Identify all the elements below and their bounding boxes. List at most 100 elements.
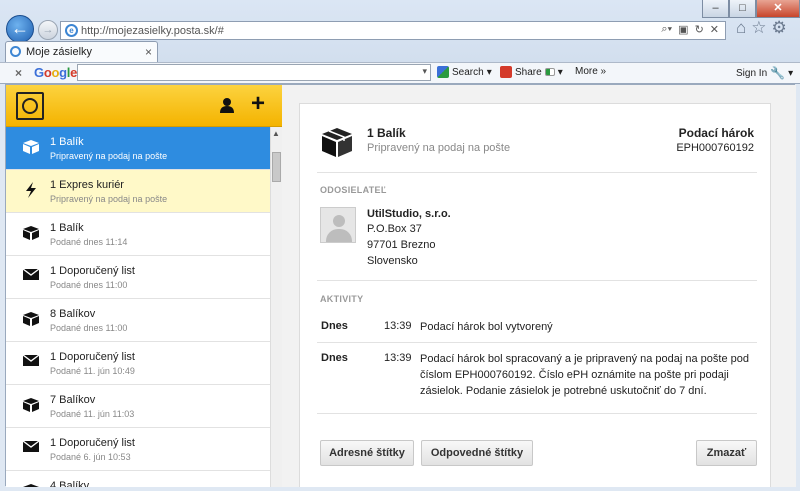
- package-icon: [21, 483, 41, 487]
- browser-chrome: – □ ✕ ← → e http://mojezasielky.posta.sk…: [0, 0, 800, 84]
- address-url[interactable]: http://mojezasielky.posta.sk/#: [81, 25, 224, 37]
- wrench-icon[interactable]: 🔧: [770, 66, 785, 80]
- address-bar[interactable]: e http://mojezasielky.posta.sk/# ⌕▾ ▣ ↻ …: [60, 21, 726, 40]
- sender-section-title: ODOSIELATEĽ: [320, 185, 387, 195]
- sender-avatar: [320, 207, 356, 243]
- google-search-button[interactable]: Search ▾: [437, 66, 492, 78]
- maximize-button[interactable]: □: [729, 0, 756, 18]
- back-button[interactable]: ←: [6, 15, 34, 43]
- sign-in-label: Sign In: [736, 67, 768, 79]
- reply-labels-button[interactable]: Odpovedné štítky: [421, 440, 533, 466]
- list-item[interactable]: 1 Balík Pripravený na podaj na pošte: [6, 127, 270, 170]
- window-controls: – □ ✕: [702, 0, 800, 18]
- list-item-title: 1 Doporučený list: [50, 437, 135, 449]
- avatar-body: [326, 229, 352, 242]
- list-item-subtitle: Podané 11. jún 11:03: [50, 409, 135, 419]
- share-icon: [500, 66, 512, 78]
- activity-time: 13:39: [384, 320, 412, 332]
- list-item-title: 4 Balíky: [50, 480, 90, 487]
- package-icon: [21, 397, 41, 415]
- share-label: Share: [515, 66, 542, 78]
- close-tab-icon[interactable]: ×: [145, 45, 152, 59]
- activity-text: Podací hárok bol vytvorený: [420, 321, 553, 333]
- sign-in-button[interactable]: Sign In 🔧 ▾: [736, 66, 793, 80]
- activity-day: Dnes: [321, 320, 348, 332]
- list-item[interactable]: 1 Expres kuriér Pripravený na podaj na po…: [6, 170, 270, 213]
- list-item-title: 1 Doporučený list: [50, 351, 135, 363]
- list-item[interactable]: 8 Balíkov Podané dnes 11:00: [6, 299, 270, 342]
- list-item-title: 1 Balík: [50, 222, 84, 234]
- sender-address-line: 97701 Brezno: [367, 239, 436, 251]
- google-icon: [437, 66, 449, 78]
- list-item[interactable]: 1 Doporučený list Podané dnes 11:00: [6, 256, 270, 299]
- doc-number: EPH000760192: [676, 142, 754, 154]
- list-item[interactable]: 1 Balík Podané dnes 11:14: [6, 213, 270, 256]
- detail-card: 1 Balík Pripravený na podaj na pošte Pod…: [299, 103, 771, 487]
- compat-view-icon[interactable]: ▣: [678, 23, 688, 36]
- sender-name: UtilStudio, s.r.o.: [367, 208, 451, 220]
- user-icon[interactable]: [219, 97, 235, 118]
- sidebar: + 1 Balík Pripravený na podaj na pošte 1 E…: [6, 85, 282, 487]
- home-icon[interactable]: ⌂: [736, 18, 746, 38]
- sidebar-scrollbar[interactable]: ▲: [270, 127, 282, 487]
- scroll-up-icon[interactable]: ▲: [272, 129, 280, 138]
- list-item[interactable]: 4 Balíky: [6, 471, 270, 487]
- address-labels-button[interactable]: Adresné štítky: [320, 440, 414, 466]
- envelope-icon: [21, 440, 41, 458]
- list-item-title: 8 Balíkov: [50, 308, 96, 320]
- delete-button[interactable]: Zmazať: [696, 440, 757, 466]
- package-icon: [21, 139, 41, 157]
- address-search-icon[interactable]: ⌕▾: [661, 23, 672, 36]
- search-label: Search: [452, 66, 484, 78]
- logo-mark: [22, 98, 38, 114]
- share-button[interactable]: Share ▾: [500, 66, 563, 78]
- tab-favicon-icon: [10, 46, 21, 57]
- divider: [317, 342, 757, 343]
- list-item-title: 1 Doporučený list: [50, 265, 135, 277]
- google-search-input[interactable]: ▾: [77, 64, 431, 81]
- doc-label: Podací hárok: [678, 126, 754, 140]
- package-icon: [320, 126, 354, 158]
- toolbar-close-icon[interactable]: ×: [15, 66, 22, 80]
- detail-status: Pripravený na podaj na pošte: [367, 142, 511, 154]
- list-item-title: 7 Balíkov: [50, 394, 96, 406]
- forward-button[interactable]: →: [38, 20, 58, 40]
- sender-address-line: P.O.Box 37: [367, 223, 422, 235]
- refresh-icon[interactable]: ↻: [695, 23, 704, 36]
- package-icon: [21, 225, 41, 243]
- close-window-button[interactable]: ✕: [756, 0, 800, 18]
- gear-icon[interactable]: ⚙: [772, 18, 787, 38]
- divider: [317, 172, 757, 173]
- activity-text: Podací hárok bol spracovaný a je priprav…: [420, 353, 749, 397]
- posta-logo[interactable]: [16, 92, 44, 120]
- lightning-icon: [21, 182, 41, 200]
- bookmark-icon: [544, 68, 555, 76]
- list-item-subtitle: Podané 11. jún 10:49: [50, 366, 135, 376]
- sidebar-header: +: [6, 85, 282, 127]
- detail-title: 1 Balík: [367, 126, 406, 140]
- shipment-list: 1 Balík Pripravený na podaj na pošte 1 Exp…: [6, 127, 270, 487]
- star-icon[interactable]: ☆: [751, 18, 766, 38]
- list-item[interactable]: 1 Doporučený list Podané 6. jún 10:53: [6, 428, 270, 471]
- list-item-subtitle: Podané 6. jún 10:53: [50, 452, 131, 462]
- browser-nav-icons: ⌂ ☆ ⚙: [736, 18, 787, 38]
- list-item-subtitle: Podané dnes 11:00: [50, 323, 128, 333]
- more-button[interactable]: More »: [575, 66, 606, 77]
- list-item-subtitle: Podané dnes 11:00: [50, 280, 128, 290]
- tab-moje-zasielky[interactable]: Moje zásielky ×: [5, 41, 158, 62]
- activity-day: Dnes: [321, 352, 348, 364]
- avatar-head: [333, 215, 345, 227]
- list-item[interactable]: 7 Balíkov Podané 11. jún 11:03: [6, 385, 270, 428]
- scroll-thumb[interactable]: [272, 152, 281, 182]
- minimize-button[interactable]: –: [702, 0, 729, 18]
- app-container: + 1 Balík Pripravený na podaj na pošte 1 E…: [5, 84, 796, 487]
- envelope-icon: [21, 268, 41, 286]
- sender-address-line: Slovensko: [367, 255, 418, 267]
- list-item[interactable]: 1 Doporučený list Podané 11. jún 10:49: [6, 342, 270, 385]
- add-shipment-icon[interactable]: +: [251, 90, 265, 118]
- activity-section-title: AKTIVITY: [320, 294, 364, 304]
- list-item-subtitle: Podané dnes 11:14: [50, 237, 128, 247]
- list-item-subtitle: Pripravený na podaj na pošte: [50, 194, 168, 204]
- list-item-subtitle: Pripravený na podaj na pošte: [50, 151, 168, 161]
- stop-icon[interactable]: ✕: [710, 23, 719, 36]
